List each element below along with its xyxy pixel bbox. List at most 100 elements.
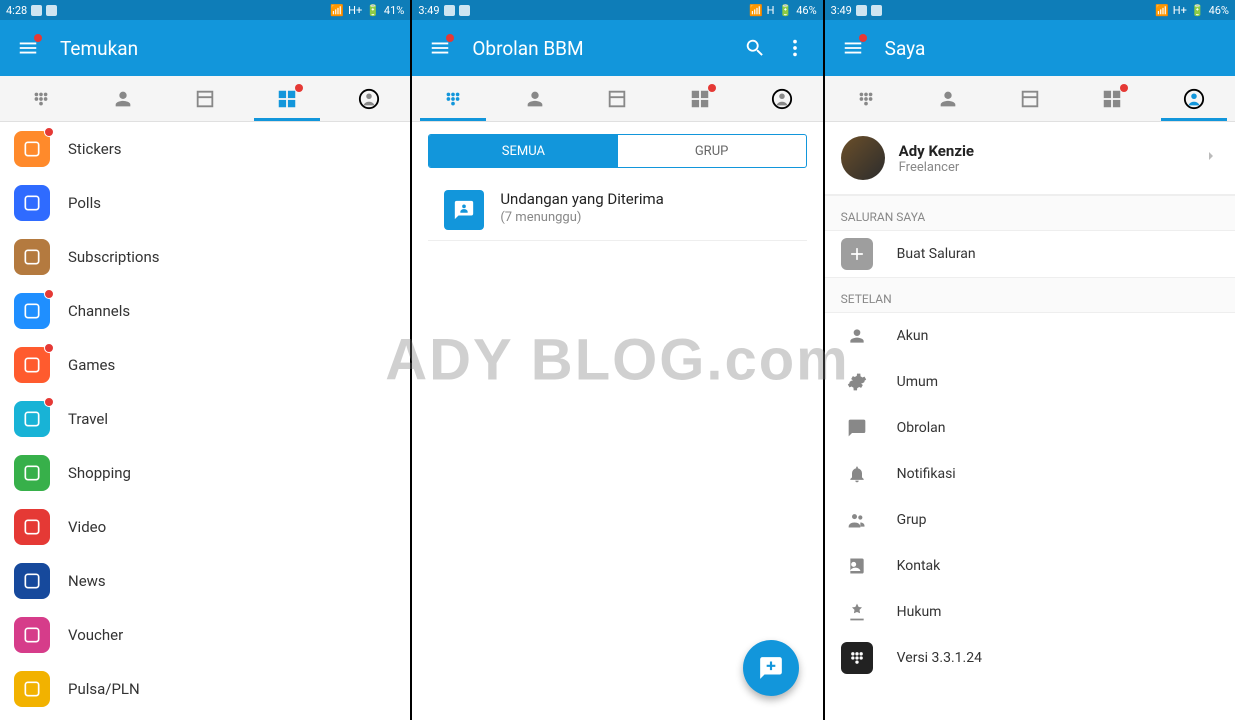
tab-me[interactable] (741, 76, 823, 121)
settings-item[interactable]: Kontak (825, 543, 1235, 589)
discover-item[interactable]: Games (0, 338, 410, 392)
more-icon (784, 37, 806, 59)
status-app-icon (444, 5, 455, 16)
chat-segment: SEMUA GRUP (428, 134, 806, 168)
tab-discover[interactable] (246, 76, 328, 121)
search-button[interactable] (735, 28, 775, 68)
grid-icon (1101, 88, 1123, 110)
status-bar: 4:28 📶 H+ 🔋 41% (0, 0, 410, 20)
status-battery-icon: 🔋 (366, 4, 380, 17)
create-channel-item[interactable]: Buat Saluran (825, 231, 1235, 277)
discover-label: Shopping (68, 464, 131, 482)
status-battery-icon: 🔋 (779, 4, 793, 17)
group-icon (841, 504, 873, 536)
overflow-button[interactable] (775, 28, 815, 68)
tab-chats[interactable] (0, 76, 82, 121)
phone-me: 3:49 📶 H+ 🔋 46% Saya (825, 0, 1235, 720)
settings-item[interactable]: Akun (825, 313, 1235, 359)
user-icon (841, 320, 873, 352)
discover-label: News (68, 572, 106, 590)
travel-icon (14, 401, 50, 437)
contact-icon (841, 550, 873, 582)
tab-chats[interactable] (825, 76, 907, 121)
bell-icon (841, 458, 873, 490)
feed-icon (606, 88, 628, 110)
settings-item[interactable]: Grup (825, 497, 1235, 543)
search-icon (744, 37, 766, 59)
chat-icon (841, 412, 873, 444)
status-battery: 41% (384, 4, 404, 17)
tab-discover[interactable] (1071, 76, 1153, 121)
profile-row[interactable]: Ady Kenzie Freelancer (825, 122, 1235, 195)
segment-group[interactable]: GRUP (618, 135, 806, 167)
discover-list[interactable]: Stickers Polls Subscriptions Channels Ga… (0, 122, 410, 720)
settings-item[interactable]: Umum (825, 359, 1235, 405)
chevron-right-icon (1203, 148, 1219, 168)
discover-item[interactable]: News (0, 554, 410, 608)
discover-label: Voucher (68, 626, 123, 644)
tab-me[interactable] (328, 76, 410, 121)
tab-me[interactable] (1153, 76, 1235, 121)
settings-item[interactable]: Hukum (825, 589, 1235, 635)
app-bar: Obrolan BBM (412, 20, 822, 76)
poll-icon (14, 185, 50, 221)
discover-item[interactable]: Polls (0, 176, 410, 230)
bbm-icon (30, 88, 52, 110)
invite-title: Undangan yang Diterima (500, 190, 663, 208)
sub-icon (14, 239, 50, 275)
discover-item[interactable]: Voucher (0, 608, 410, 662)
discover-item[interactable]: Travel (0, 392, 410, 446)
status-app-icon (459, 5, 470, 16)
status-app-icon (856, 5, 867, 16)
tab-bar (0, 76, 410, 122)
tab-chats[interactable] (412, 76, 494, 121)
discover-item[interactable]: Stickers (0, 122, 410, 176)
new-chat-fab[interactable] (743, 640, 799, 696)
discover-item[interactable]: Pulsa/PLN (0, 662, 410, 716)
tab-feeds[interactable] (164, 76, 246, 121)
menu-button[interactable] (420, 28, 460, 68)
settings-item[interactable]: Notifikasi (825, 451, 1235, 497)
discover-item[interactable]: Channels (0, 284, 410, 338)
discover-item[interactable]: Video (0, 500, 410, 554)
plus-icon (841, 238, 873, 270)
tab-feeds[interactable] (989, 76, 1071, 121)
menu-badge-icon (446, 34, 454, 42)
tab-contacts[interactable] (907, 76, 989, 121)
menu-badge-icon (34, 34, 42, 42)
segment-all[interactable]: SEMUA (429, 135, 617, 167)
status-net: H+ (1173, 4, 1187, 17)
account-icon (358, 88, 380, 110)
badge-icon (44, 343, 54, 353)
tab-discover[interactable] (659, 76, 741, 121)
menu-button[interactable] (8, 28, 48, 68)
avatar (841, 136, 885, 180)
badge-icon (44, 397, 54, 407)
discover-label: Games (68, 356, 115, 374)
tab-feeds[interactable] (576, 76, 658, 121)
video-icon (14, 509, 50, 545)
tab-bar (825, 76, 1235, 122)
menu-button[interactable] (833, 28, 873, 68)
gear-icon (841, 366, 873, 398)
feed-icon (1019, 88, 1041, 110)
grid-icon (689, 88, 711, 110)
status-net: H+ (348, 4, 362, 17)
app-bar: Saya (825, 20, 1235, 76)
profile-name: Ady Kenzie (899, 142, 1203, 160)
settings-label: Kontak (897, 558, 941, 574)
discover-label: Stickers (68, 140, 122, 158)
status-time: 4:28 (6, 4, 27, 17)
person-icon (112, 88, 134, 110)
bbm-logo-icon (841, 642, 873, 674)
discover-item[interactable]: Shopping (0, 446, 410, 500)
menu-badge-icon (859, 34, 867, 42)
tab-contacts[interactable] (494, 76, 576, 121)
tab-contacts[interactable] (82, 76, 164, 121)
person-icon (937, 88, 959, 110)
badge-icon (44, 289, 54, 299)
status-battery-icon: 🔋 (1191, 4, 1205, 17)
discover-item[interactable]: Subscriptions (0, 230, 410, 284)
settings-item[interactable]: Obrolan (825, 405, 1235, 451)
invite-item[interactable]: Undangan yang Diterima (7 menunggu) (428, 180, 806, 241)
